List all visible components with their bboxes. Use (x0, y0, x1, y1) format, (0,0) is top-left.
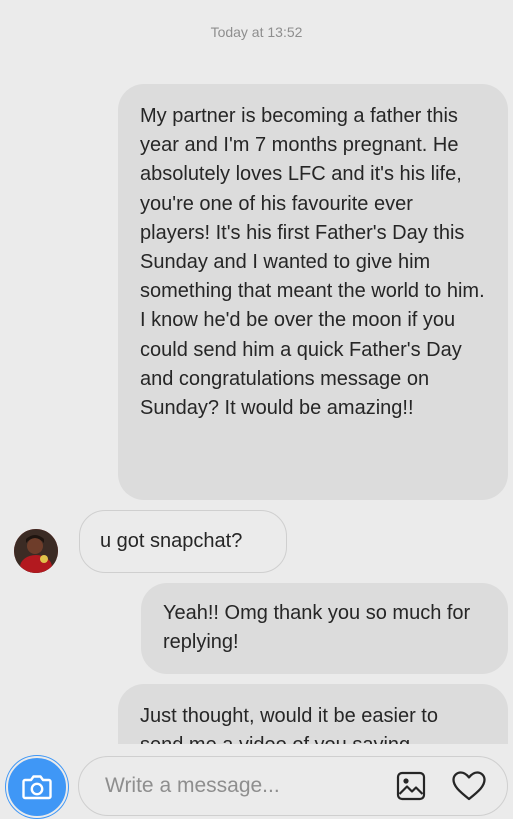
like-button[interactable] (451, 770, 487, 802)
thread-timestamp: Today at 13:52 (210, 24, 303, 40)
gallery-button[interactable] (396, 771, 426, 801)
heart-icon (452, 771, 486, 801)
message-input[interactable] (105, 767, 375, 805)
avatar-photo (14, 529, 58, 573)
message-input-container (78, 756, 508, 816)
camera-button[interactable] (6, 756, 68, 818)
sent-message-bubble[interactable]: Yeah!! Omg thank you so much for replyin… (141, 583, 508, 674)
sent-message-bubble[interactable]: Just thought, would it be easier to send… (118, 684, 508, 744)
gallery-icon (396, 771, 426, 801)
message-thread[interactable]: Today at 13:52 My partner is becoming a … (0, 0, 513, 744)
sender-avatar[interactable] (14, 529, 58, 573)
message-composer (0, 744, 513, 819)
received-message-bubble[interactable]: u got snapchat? (79, 510, 287, 573)
camera-icon (22, 775, 52, 800)
sent-message-bubble[interactable]: My partner is becoming a father this yea… (118, 84, 508, 500)
